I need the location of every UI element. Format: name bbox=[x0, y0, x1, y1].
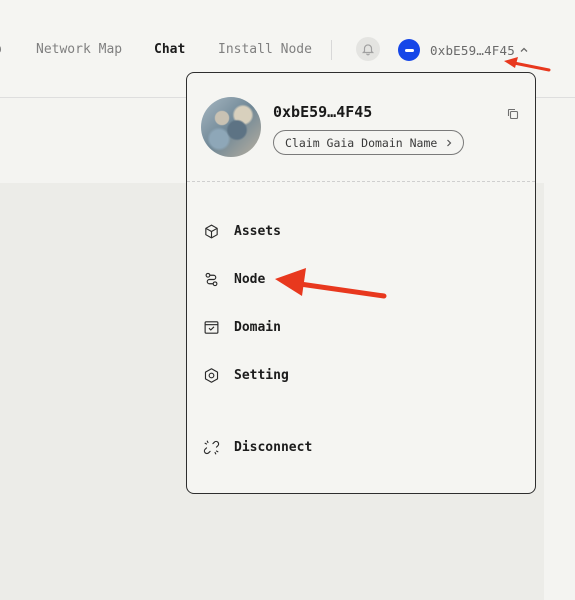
notification-button[interactable] bbox=[356, 37, 380, 61]
wallet-logo-icon bbox=[398, 39, 420, 61]
wallet-account-button[interactable]: 0xbE59…4F45 bbox=[398, 38, 529, 62]
menu-item-label: Assets bbox=[234, 223, 281, 239]
menu-item-node[interactable]: Node bbox=[203, 269, 265, 289]
claim-domain-button[interactable]: Claim Gaia Domain Name bbox=[273, 130, 464, 155]
menu-item-disconnect[interactable]: Disconnect bbox=[203, 437, 312, 457]
menu-item-label: Node bbox=[234, 271, 266, 287]
disconnect-icon bbox=[203, 440, 220, 454]
nav-divider bbox=[331, 40, 332, 60]
menu-item-assets[interactable]: Assets bbox=[203, 221, 281, 241]
nav-item-truncated[interactable]: p bbox=[0, 42, 2, 57]
dropdown-divider bbox=[187, 181, 535, 182]
avatar bbox=[201, 97, 261, 157]
account-dropdown-menu: 0xbE59…4F45 Claim Gaia Domain Name Asset… bbox=[186, 72, 536, 494]
chevron-up-icon bbox=[519, 45, 529, 55]
menu-item-label: Setting bbox=[234, 367, 289, 383]
bell-icon bbox=[361, 44, 375, 56]
menu-item-setting[interactable]: Setting bbox=[203, 365, 289, 385]
nav-item-network-map[interactable]: Network Map bbox=[36, 42, 122, 57]
account-address: 0xbE59…4F45 bbox=[273, 103, 373, 121]
node-icon bbox=[205, 272, 218, 286]
menu-item-label: Disconnect bbox=[234, 439, 313, 455]
menu-item-label: Domain bbox=[234, 319, 281, 335]
chevron-right-icon bbox=[445, 139, 453, 147]
nav-item-chat[interactable]: Chat bbox=[154, 42, 185, 57]
copy-icon[interactable] bbox=[507, 105, 519, 124]
nav-item-install-node[interactable]: Install Node bbox=[218, 42, 312, 57]
domain-icon bbox=[204, 320, 219, 334]
cube-icon bbox=[205, 224, 218, 238]
claim-domain-label: Claim Gaia Domain Name bbox=[285, 135, 438, 150]
right-gutter bbox=[544, 99, 575, 600]
hexagon-settings-icon bbox=[204, 367, 219, 383]
menu-item-domain[interactable]: Domain bbox=[203, 317, 281, 337]
wallet-address: 0xbE59…4F45 bbox=[430, 42, 515, 58]
